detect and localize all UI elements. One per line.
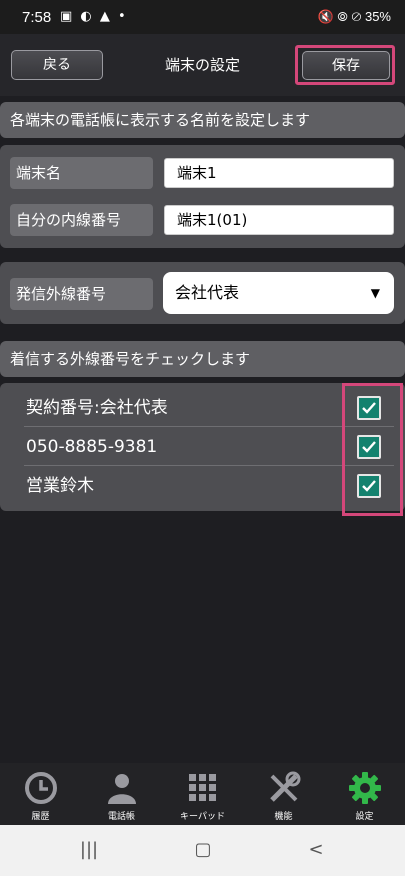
terminal-name-label: 端末名: [10, 157, 153, 189]
status-bar: 7:58 ▣ ◐ ▲ • 🔇 ⦾ ⊘ 35%: [0, 0, 405, 34]
person-icon: [108, 774, 136, 804]
tab-phonebook-label: 電話帳: [107, 812, 135, 822]
status-system-icons: 🔇 ⦾ ⊘ 35%: [317, 9, 391, 24]
android-nav-bar: ||| ▢ <: [0, 825, 405, 876]
outgoing-line-value: 会社代表: [175, 283, 240, 302]
status-notification-icons: ▣ ◐ ▲ •: [60, 9, 128, 24]
tab-settings-label: 設定: [355, 812, 374, 822]
incoming-item-contract: 契約番号:会社代表: [24, 389, 394, 427]
status-time: 7:58: [22, 9, 52, 26]
tab-phonebook[interactable]: 電話帳: [81, 763, 162, 825]
tab-keypad[interactable]: キーパッド: [162, 763, 243, 825]
outgoing-panel: 発信外線番号 会社代表 ▼: [0, 262, 405, 324]
incoming-item-050: 050-8885-9381: [24, 428, 394, 466]
recent-apps-icon[interactable]: |||: [74, 839, 104, 863]
terminal-name-field[interactable]: 端末1: [164, 158, 394, 188]
extension-number-field[interactable]: 端末1(01): [164, 205, 394, 235]
back-nav-icon[interactable]: <: [301, 839, 331, 863]
bottom-tab-bar: 履歴 電話帳 キーパッド 機能 設定: [0, 763, 405, 825]
tab-functions-label: 機能: [274, 812, 293, 822]
dropdown-caret-icon: ▼: [370, 286, 380, 300]
checkbox-highlight: [342, 383, 403, 516]
tab-functions[interactable]: 機能: [243, 763, 324, 825]
outgoing-line-select[interactable]: 会社代表 ▼: [163, 272, 394, 314]
tab-history[interactable]: 履歴: [0, 763, 81, 825]
incoming-item-sales: 営業鈴木: [26, 476, 94, 496]
outgoing-line-label: 発信外線番号: [10, 278, 153, 310]
tab-settings[interactable]: 設定: [324, 763, 405, 825]
incoming-section-heading: 着信する外線番号をチェックします: [0, 341, 405, 377]
tab-history-label: 履歴: [31, 812, 50, 822]
gear-icon: [349, 772, 381, 804]
keypad-icon: [189, 774, 216, 801]
save-button[interactable]: 保存: [302, 51, 390, 80]
extension-number-label: 自分の内線番号: [10, 204, 153, 236]
tab-keypad-label: キーパッド: [180, 812, 225, 822]
name-panel: 端末名 端末1 自分の内線番号 端末1(01): [0, 145, 405, 248]
clock-icon: [25, 772, 57, 804]
name-section-heading: 各端末の電話帳に表示する名前を設定します: [0, 102, 405, 138]
tools-icon: [270, 771, 301, 802]
home-icon[interactable]: ▢: [188, 839, 218, 863]
header: 戻る 端末の設定 保存: [0, 34, 405, 96]
